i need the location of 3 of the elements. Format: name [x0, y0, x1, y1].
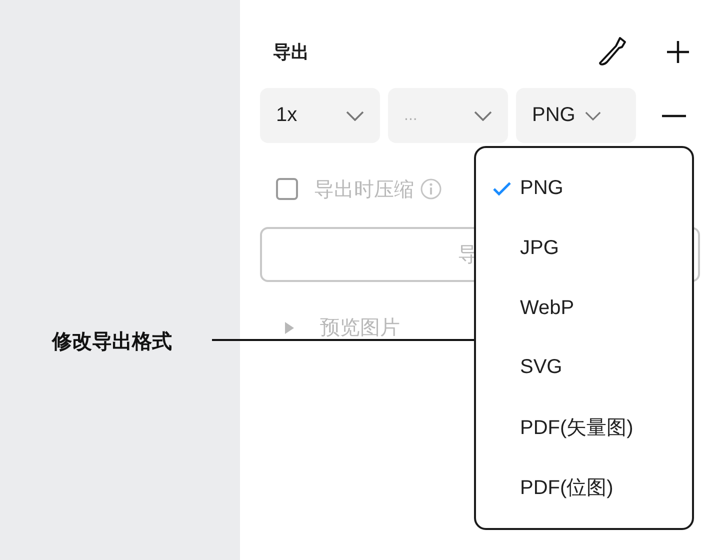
- panel-title: 导出: [273, 41, 310, 64]
- annotation-label: 修改导出格式: [52, 330, 172, 355]
- checkbox-label: 导出时压缩: [314, 178, 414, 202]
